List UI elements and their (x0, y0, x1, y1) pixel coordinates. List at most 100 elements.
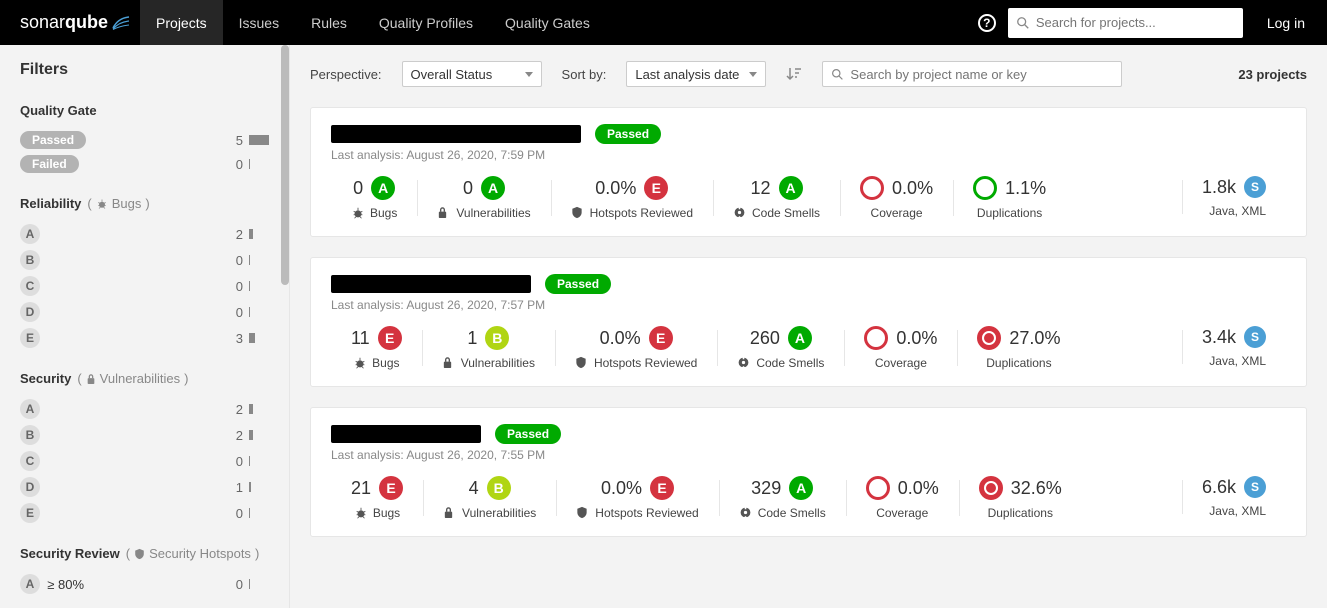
project-card[interactable]: Passed Last analysis: August 26, 2020, 7:… (310, 407, 1307, 537)
logo[interactable]: sonarqube (10, 12, 140, 33)
smells-value: 260 (750, 328, 780, 349)
filter-security-d[interactable]: D1 (20, 474, 269, 500)
security-review-sub: Security Hotspots (149, 546, 251, 561)
vuln-label: Vulnerabilities (461, 356, 535, 370)
rating-circle: C (20, 451, 40, 471)
nav-issues[interactable]: Issues (223, 0, 295, 45)
nav-rules[interactable]: Rules (295, 0, 363, 45)
nav-quality-profiles[interactable]: Quality Profiles (363, 0, 489, 45)
filter-bar (249, 135, 269, 145)
project-search-input[interactable] (850, 67, 1113, 82)
smells-value: 329 (751, 478, 781, 499)
help-icon[interactable]: ? (978, 14, 996, 32)
filter-count: 0 (223, 305, 243, 320)
nav-quality-gates[interactable]: Quality Gates (489, 0, 606, 45)
metric-size[interactable]: 3.4kSJava, XML (1182, 326, 1286, 368)
filter-reliability-a[interactable]: A2 (20, 221, 269, 247)
filter-reliability-b[interactable]: B0 (20, 247, 269, 273)
metric-duplications[interactable]: 1.1%Duplications (953, 176, 1066, 220)
perspective-select[interactable]: Overall Status (402, 61, 542, 87)
metric-coverage[interactable]: 0.0%Coverage (840, 176, 953, 220)
filter-security-a[interactable]: A2 (20, 396, 269, 422)
size-pill: S (1244, 326, 1266, 348)
smells-rating: A (789, 476, 813, 500)
filter-qg-passed[interactable]: Passed 5 (20, 128, 269, 152)
coverage-value: 0.0% (892, 178, 933, 199)
project-name-redacted[interactable] (331, 125, 581, 143)
last-analysis: Last analysis: August 26, 2020, 7:55 PM (331, 448, 1286, 462)
metric-coverage[interactable]: 0.0%Coverage (846, 476, 959, 520)
metric-bugs[interactable]: 0ABugs (331, 176, 417, 220)
duplications-value: 27.0% (1009, 328, 1060, 349)
filter-bar (249, 430, 269, 440)
filter-reliability-c[interactable]: C0 (20, 273, 269, 299)
project-card[interactable]: Passed Last analysis: August 26, 2020, 7:… (310, 257, 1307, 387)
metric-size[interactable]: 1.8kSJava, XML (1182, 176, 1286, 218)
donut-icon (866, 476, 890, 500)
security-review-title: Security Review ( Security Hotspots ) (20, 546, 269, 561)
metric-vulnerabilities[interactable]: 0AVulnerabilities (417, 176, 550, 220)
nav-projects[interactable]: Projects (140, 0, 223, 45)
metric-code-smells[interactable]: 329ACode Smells (719, 476, 846, 520)
shield-icon (576, 506, 590, 520)
filter-security-b[interactable]: B2 (20, 422, 269, 448)
metric-coverage[interactable]: 0.0%Coverage (844, 326, 957, 370)
rating-circle: E (20, 503, 40, 523)
bug-icon (351, 206, 365, 220)
filters-sidebar: Filters Quality Gate Passed 5 Failed 0 R… (0, 45, 290, 608)
filter-security-e[interactable]: E0 (20, 500, 269, 526)
bugs-value: 0 (353, 178, 363, 199)
project-name-redacted[interactable] (331, 275, 531, 293)
last-analysis: Last analysis: August 26, 2020, 7:57 PM (331, 298, 1286, 312)
filter-count: 0 (223, 157, 243, 172)
filter-reliability-e[interactable]: E3 (20, 325, 269, 351)
metric-vulnerabilities[interactable]: 1BVulnerabilities (422, 326, 555, 370)
perspective-value: Overall Status (411, 67, 493, 82)
bug-icon (353, 356, 367, 370)
filter-reliability-d[interactable]: D0 (20, 299, 269, 325)
metric-vulnerabilities[interactable]: 4BVulnerabilities (423, 476, 556, 520)
metric-bugs[interactable]: 11EBugs (331, 326, 422, 370)
metric-code-smells[interactable]: 260ACode Smells (717, 326, 844, 370)
global-search[interactable] (1008, 8, 1243, 38)
metric-duplications[interactable]: 32.6%Duplications (959, 476, 1082, 520)
main-content: Perspective: Overall Status Sort by: Las… (290, 45, 1327, 608)
project-name-redacted[interactable] (331, 425, 481, 443)
sort-direction-icon[interactable] (786, 66, 802, 82)
filter-secreview-a[interactable]: A ≥ 80% 0 (20, 571, 269, 597)
rating-circle: A (20, 399, 40, 419)
filter-security-c[interactable]: C0 (20, 448, 269, 474)
donut-icon (977, 326, 1001, 350)
size-value: 3.4k (1202, 327, 1236, 348)
login-link[interactable]: Log in (1255, 15, 1317, 31)
shield-icon (571, 206, 585, 220)
quality-gate-badge: Passed (495, 424, 561, 444)
hotspots-label: Hotspots Reviewed (590, 206, 693, 220)
quality-gate-badge: Passed (545, 274, 611, 294)
filter-bar (249, 482, 269, 492)
filter-qg-failed[interactable]: Failed 0 (20, 152, 269, 176)
metric-code-smells[interactable]: 12ACode Smells (713, 176, 840, 220)
metric-size[interactable]: 6.6kSJava, XML (1182, 476, 1286, 518)
secreview-label: ≥ 80% (47, 577, 84, 592)
metric-duplications[interactable]: 27.0%Duplications (957, 326, 1080, 370)
filter-count: 0 (223, 577, 243, 592)
filter-count: 2 (223, 402, 243, 417)
search-icon (831, 68, 844, 81)
filter-bar (249, 508, 269, 518)
scrollbar[interactable] (281, 45, 289, 285)
security-review-title-text: Security Review (20, 546, 120, 561)
filter-bar (249, 255, 269, 265)
project-search[interactable] (822, 61, 1122, 87)
filter-count: 0 (223, 506, 243, 521)
global-search-input[interactable] (1036, 15, 1235, 30)
metric-hotspots[interactable]: 0.0%EHotspots Reviewed (551, 176, 713, 220)
metric-bugs[interactable]: 21EBugs (331, 476, 423, 520)
metric-hotspots[interactable]: 0.0%EHotspots Reviewed (555, 326, 717, 370)
project-card[interactable]: PassedLast analysis: August 26, 2020, 7:… (310, 107, 1307, 237)
quality-gate-badge: Passed (595, 124, 661, 144)
metric-hotspots[interactable]: 0.0%EHotspots Reviewed (556, 476, 718, 520)
sort-select[interactable]: Last analysis date (626, 61, 766, 87)
hotspots-label: Hotspots Reviewed (595, 506, 698, 520)
lock-icon (437, 206, 451, 220)
